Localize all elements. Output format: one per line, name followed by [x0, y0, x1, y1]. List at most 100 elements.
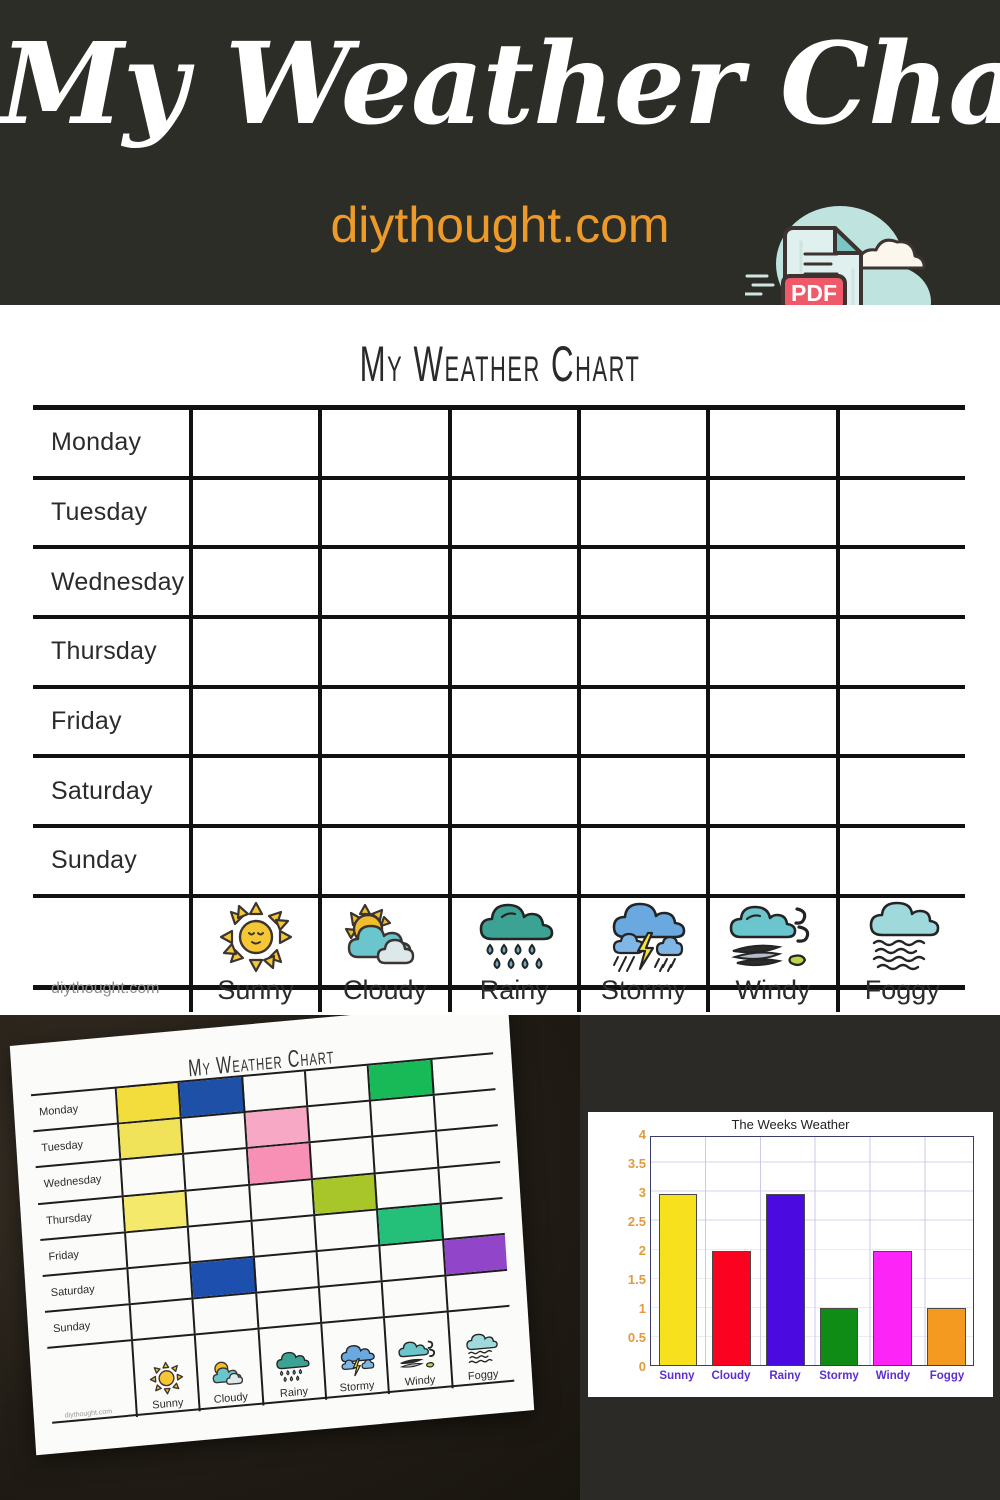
grid-cell-wednesday-rainy[interactable]: [452, 549, 581, 616]
grid-cell-saturday-foggy[interactable]: [840, 758, 965, 824]
photo-cell-saturday-cloudy: [191, 1257, 257, 1298]
grid-cell-wednesday-cloudy[interactable]: [322, 549, 452, 616]
photo-chart-grid: Monday Tuesday Wednesday Thursday Friday…: [30, 1052, 515, 1426]
photo-cell-saturday-sunny: [128, 1263, 194, 1304]
grid-cell-friday-foggy[interactable]: [840, 689, 965, 755]
grid-cell-wednesday-sunny[interactable]: [193, 549, 323, 616]
day-label: Friday: [48, 1248, 80, 1264]
grid-cell-tuesday-windy[interactable]: [710, 479, 840, 546]
day-label: Wednesday: [51, 567, 185, 596]
grid-cell-friday-stormy[interactable]: [581, 688, 711, 755]
photo-legend-rainy: Rainy: [259, 1324, 328, 1406]
sun-icon: [219, 901, 293, 973]
grid-cell-saturday-stormy[interactable]: [581, 758, 711, 825]
day-label-cell: Friday: [40, 1232, 129, 1275]
photo-cell-tuesday-cloudy: [182, 1113, 248, 1154]
legend-label-windy: Windy: [735, 974, 811, 1005]
grid-cell-saturday-sunny[interactable]: [193, 758, 323, 825]
grid-cell-saturday-windy[interactable]: [710, 758, 840, 825]
grid-cell-thursday-cloudy[interactable]: [322, 619, 452, 685]
x-axis-labels: Sunny Cloudy Rainy Stormy Windy Foggy: [650, 1370, 974, 1382]
photo-cell-sunday-stormy: [319, 1282, 386, 1323]
grid-cell-wednesday-foggy[interactable]: [840, 549, 965, 615]
day-label-cell: Thursday: [38, 1196, 126, 1239]
grid-cell-monday-cloudy[interactable]: [322, 410, 452, 476]
grid-cell-thursday-sunny[interactable]: [193, 619, 323, 685]
grid-cell-tuesday-cloudy[interactable]: [322, 479, 452, 546]
grid-cell-tuesday-stormy[interactable]: [581, 479, 711, 546]
thunderstorm-icon: [334, 1340, 376, 1384]
pdf-document-icon: PDF: [743, 192, 935, 305]
grid-cell-sunday-foggy[interactable]: [840, 828, 965, 894]
y-tick: 2.5: [627, 1214, 646, 1229]
photo-cell-thursday-stormy: [312, 1173, 379, 1214]
photo-cell-wednesday-cloudy: [184, 1149, 250, 1190]
grid-cell-friday-rainy[interactable]: [452, 688, 581, 755]
fog-cloud-icon: [462, 1328, 500, 1371]
day-label: Sunday: [51, 846, 137, 875]
table-row: Friday: [33, 688, 965, 759]
grid-cell-saturday-cloudy[interactable]: [322, 758, 452, 825]
y-tick: 1: [638, 1301, 646, 1316]
grid-cell-sunday-rainy[interactable]: [452, 828, 581, 894]
day-label: Saturday: [51, 776, 153, 805]
grid-cell-thursday-rainy[interactable]: [452, 619, 581, 685]
photo-cell-saturday-rainy: [254, 1251, 320, 1292]
grid-cell-monday-sunny[interactable]: [193, 410, 323, 476]
grid-cell-tuesday-sunny[interactable]: [193, 479, 323, 546]
photo-cell-sunday-rainy: [256, 1288, 323, 1328]
bar-slot-cloudy: [705, 1137, 759, 1365]
photo-cell-monday-stormy: [305, 1065, 372, 1106]
photo-cell-tuesday-rainy: [245, 1107, 311, 1148]
photo-cell-monday-rainy: [242, 1071, 309, 1112]
grid-cell-thursday-foggy[interactable]: [840, 619, 965, 685]
day-label-cell: Tuesday: [33, 479, 193, 546]
day-label: Monday: [38, 1103, 79, 1119]
grid-cell-sunday-sunny[interactable]: [193, 828, 323, 894]
x-tick-rainy: Rainy: [769, 1370, 801, 1382]
grid-cell-friday-sunny[interactable]: [193, 688, 323, 755]
day-label-cell: Saturday: [33, 758, 193, 825]
grid-cell-friday-windy[interactable]: [710, 688, 840, 755]
legend-cell-windy: Windy: [710, 897, 840, 1012]
y-tick: 4: [638, 1127, 646, 1142]
wind-cloud-icon: [396, 1334, 440, 1378]
legend-cell-stormy: Stormy: [581, 897, 711, 1012]
sun-behind-cloud-icon: [343, 901, 427, 973]
legend-label-rainy: Rainy: [479, 974, 549, 1005]
grid-cell-sunday-windy[interactable]: [710, 828, 840, 894]
grid-cell-wednesday-windy[interactable]: [710, 549, 840, 616]
printed-chart-paper: My Weather Chart Monday Tuesday Wednesda…: [9, 1015, 535, 1456]
y-tick: 2: [638, 1243, 646, 1258]
day-label-cell: Monday: [31, 1088, 119, 1131]
grid-cell-thursday-windy[interactable]: [710, 619, 840, 685]
photo-legend-cloudy: Cloudy: [196, 1329, 265, 1412]
grid-cell-sunday-cloudy[interactable]: [322, 828, 452, 894]
grid-cell-saturday-rainy[interactable]: [452, 758, 581, 825]
grid-cell-wednesday-stormy[interactable]: [581, 549, 711, 616]
grid-cell-monday-rainy[interactable]: [452, 410, 581, 476]
watermark-text: diythought.com: [64, 1408, 113, 1420]
day-label: Thursday: [45, 1210, 93, 1228]
grid-cell-friday-cloudy[interactable]: [322, 688, 452, 755]
grid-cell-thursday-stormy[interactable]: [581, 619, 711, 685]
page-root: My Weather Chart diythought.com: [0, 0, 1000, 1500]
grid-cell-tuesday-rainy[interactable]: [452, 479, 581, 546]
day-label: Thursday: [51, 637, 157, 666]
legend-cell-foggy: Foggy: [840, 898, 965, 1012]
header-banner: My Weather Chart diythought.com: [0, 0, 1000, 305]
day-label-cell: Saturday: [42, 1269, 131, 1312]
grid-cell-sunday-stormy[interactable]: [581, 828, 711, 894]
x-tick-sunny: Sunny: [659, 1370, 695, 1382]
bar-slot-windy: [866, 1137, 920, 1365]
bar-slot-stormy: [812, 1137, 866, 1365]
grid-cell-monday-windy[interactable]: [710, 410, 840, 476]
legend-cell-rainy: Rainy: [452, 897, 581, 1012]
grid-cell-monday-stormy[interactable]: [581, 410, 711, 476]
day-label: Saturday: [50, 1283, 96, 1300]
grid-cell-tuesday-foggy[interactable]: [840, 480, 965, 546]
bar-slot-foggy: [919, 1137, 973, 1365]
grid-cell-monday-foggy[interactable]: [840, 410, 965, 476]
photo-cell-friday-sunny: [126, 1227, 192, 1268]
photo-cell-thursday-sunny: [123, 1191, 190, 1232]
